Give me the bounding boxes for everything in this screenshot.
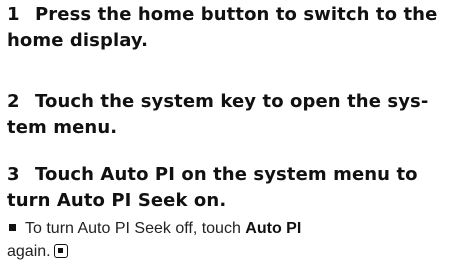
step-number: 3 (7, 164, 20, 185)
step-text: Touch Auto PI on the system menu to (35, 164, 418, 185)
step-3: 3 Touch Auto PI on the system menu to tur… (7, 162, 453, 214)
note-text: To turn Auto PI Seek off, touch (25, 220, 246, 237)
end-of-section-icon (53, 244, 68, 258)
step-1-line-1: 1 Press the home button to switch to the (7, 2, 453, 28)
note-bold-text: Auto PI (245, 220, 302, 237)
step-2-line-2: tem menu. (7, 117, 118, 138)
instruction-document: 1 Press the home button to switch to the … (0, 0, 453, 264)
step-3-line-1: 3 Touch Auto PI on the system menu to (7, 162, 453, 188)
note-line-1: To turn Auto PI Seek off, touch Auto PI (7, 217, 453, 240)
step-1: 1 Press the home button to switch to the … (7, 2, 453, 54)
step-text: Press the home button to switch to the (35, 4, 438, 25)
step-text: Touch the system key to open the sys- (35, 91, 429, 112)
step-number: 2 (7, 91, 20, 112)
step-3-line-2: turn Auto PI Seek on. (7, 190, 227, 211)
step-2-line-1: 2 Touch the system key to open the sys- (7, 89, 453, 115)
note-line-2: again. (7, 240, 453, 263)
step-number: 1 (7, 4, 20, 25)
square-bullet-icon (9, 224, 16, 232)
step-1-line-2: home display. (7, 30, 149, 51)
note-text-end: again. (7, 243, 51, 260)
step-2: 2 Touch the system key to open the sys- t… (7, 89, 453, 141)
note-paragraph: To turn Auto PI Seek off, touch Auto PI … (7, 217, 453, 263)
